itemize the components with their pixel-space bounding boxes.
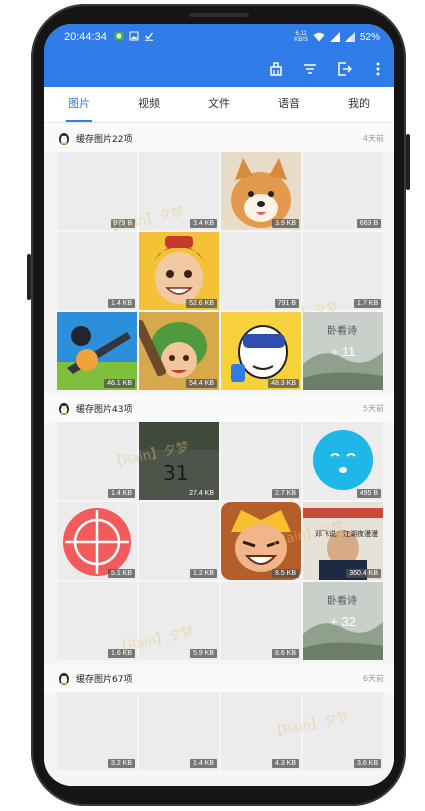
screen: 20:44:34 6.11 KB/S 52% 图片 视频 文件 语音 我的 缓存… xyxy=(44,24,394,786)
more-count: + 11 xyxy=(330,343,356,359)
net-speed: 6.11 KB/S xyxy=(294,31,308,43)
image-thumbnail[interactable]: 卧看诗 + 32 xyxy=(303,582,383,660)
shield-icon xyxy=(114,31,124,41)
image-thumbnail[interactable]: 3.2 KB xyxy=(57,692,137,770)
image-thumbnail[interactable]: 3.9 KB xyxy=(221,152,301,230)
file-size-badge: 27.4 KB xyxy=(186,489,217,498)
image-thumbnail[interactable]: 495 B xyxy=(303,422,383,500)
image-grid: 3.2 KB 1.4 KB 4.3 KB 3.6 KB xyxy=(44,692,394,770)
image-thumbnail[interactable]: 31 27.4 KB xyxy=(139,422,219,500)
file-size-badge: 54.4 KB xyxy=(186,379,217,388)
file-size-badge: 1.4 KB xyxy=(189,759,217,768)
image-thumbnail[interactable]: 52.6 KB xyxy=(139,232,219,310)
file-size-badge: 3.6 KB xyxy=(353,759,381,768)
image-thumbnail[interactable]: 1.7 KB xyxy=(303,232,383,310)
file-size-badge: 1.6 KB xyxy=(107,649,135,658)
file-size-badge: 8.6 KB xyxy=(271,649,299,658)
tab-voice[interactable]: 语音 xyxy=(254,87,324,122)
image-grid: 1.4 KB 31 27.4 KB 2.7 KB 495 B 5.1 KB 1.2 KB 8.… xyxy=(44,422,394,660)
app-bar: 20:44:34 6.11 KB/S 52% xyxy=(44,24,394,87)
section-title: 缓存图片22项 xyxy=(76,134,133,145)
image-icon xyxy=(129,31,139,41)
section-title: 缓存图片67项 xyxy=(76,674,133,685)
file-size-badge: 663 B xyxy=(356,219,381,228)
section-title: 缓存图片43项 xyxy=(76,404,133,415)
file-size-badge: 52.6 KB xyxy=(186,299,217,308)
file-size-badge: 791 B xyxy=(274,299,299,308)
file-size-badge: 3.9 KB xyxy=(271,219,299,228)
image-thumbnail[interactable]: 2.7 KB xyxy=(221,422,301,500)
section-age: 5天前 xyxy=(362,403,384,413)
image-thumbnail[interactable]: 46.1 KB xyxy=(57,312,137,390)
file-size-badge: 4.3 KB xyxy=(271,759,299,768)
image-thumbnail[interactable]: 3.4 KB xyxy=(139,152,219,230)
image-thumbnail[interactable]: 1.2 KB xyxy=(139,502,219,580)
image-thumbnail[interactable]: 54.4 KB xyxy=(139,312,219,390)
category-tabs: 图片 视频 文件 语音 我的 xyxy=(44,87,394,123)
image-thumbnail[interactable]: 48.3 KB xyxy=(221,312,301,390)
cache-list: 缓存图片22项 4天前 879 B 3.4 KB 3.9 KB 663 B 1.4 KB 52… xyxy=(44,124,394,786)
signal-icon xyxy=(329,32,340,42)
image-thumbnail[interactable]: 邓飞说：江湖夜漫漫 360.4 KB xyxy=(303,502,383,580)
file-size-badge: 360.4 KB xyxy=(346,569,381,578)
thumb-caption: 邓飞说：江湖夜漫漫 xyxy=(315,529,378,538)
file-size-badge: 1.2 KB xyxy=(189,569,217,578)
image-thumbnail[interactable]: 791 B xyxy=(221,232,301,310)
download-check-icon xyxy=(145,32,154,41)
wifi-icon xyxy=(313,32,325,42)
image-thumbnail[interactable]: 1.6 KB xyxy=(57,582,137,660)
tab-mine[interactable]: 我的 xyxy=(324,87,394,122)
export-icon[interactable] xyxy=(336,61,352,77)
tab-images[interactable]: 图片 xyxy=(44,87,114,122)
status-bar: 20:44:34 6.11 KB/S 52% xyxy=(44,28,394,48)
tab-files[interactable]: 文件 xyxy=(184,87,254,122)
file-size-badge: 5.1 KB xyxy=(107,569,135,578)
image-grid: 879 B 3.4 KB 3.9 KB 663 B 1.4 KB 52.6 KB 791 B… xyxy=(44,152,394,390)
file-size-badge: 1.4 KB xyxy=(107,299,135,308)
section-header[interactable]: 缓存图片43项 5天前 xyxy=(44,394,394,422)
image-thumbnail[interactable]: 4.3 KB xyxy=(221,692,301,770)
image-thumbnail[interactable]: 1.4 KB xyxy=(139,692,219,770)
filter-icon[interactable] xyxy=(302,61,318,77)
file-size-badge: 8.5 KB xyxy=(271,569,299,578)
image-thumbnail[interactable]: 5.9 KB xyxy=(139,582,219,660)
status-time: 20:44:34 xyxy=(64,31,107,43)
image-thumbnail[interactable]: 663 B xyxy=(303,152,383,230)
more-count: + 32 xyxy=(330,613,356,629)
file-size-badge: 2.7 KB xyxy=(271,489,299,498)
file-size-badge: 879 B xyxy=(110,219,135,228)
clean-icon[interactable] xyxy=(268,61,284,77)
image-thumbnail[interactable]: 1.4 KB xyxy=(57,422,137,500)
file-size-badge: 46.1 KB xyxy=(104,379,135,388)
section-age: 6天前 xyxy=(362,673,384,683)
phone-frame: 20:44:34 6.11 KB/S 52% 图片 视频 文件 语音 我的 缓存… xyxy=(27,4,410,806)
tab-videos[interactable]: 视频 xyxy=(114,87,184,122)
qq-penguin-icon xyxy=(59,402,69,415)
file-size-badge: 1.4 KB xyxy=(107,489,135,498)
image-thumbnail[interactable]: 879 B xyxy=(57,152,137,230)
image-thumbnail[interactable]: 1.4 KB xyxy=(57,232,137,310)
toolbar xyxy=(268,61,386,77)
file-size-badge: 3.4 KB xyxy=(189,219,217,228)
image-thumbnail[interactable]: 5.1 KB xyxy=(57,502,137,580)
image-thumbnail[interactable]: 3.6 KB xyxy=(303,692,383,770)
signal-icon-2 xyxy=(344,32,355,42)
qq-penguin-icon xyxy=(59,132,69,145)
more-vert-icon[interactable] xyxy=(370,61,386,77)
battery-level: 52% xyxy=(359,31,380,43)
image-thumbnail[interactable]: 8.5 KB xyxy=(221,502,301,580)
section-age: 4天前 xyxy=(362,133,384,143)
thumb-number: 31 xyxy=(163,461,188,485)
qq-penguin-icon xyxy=(59,672,69,685)
section-header[interactable]: 缓存图片67项 6天前 xyxy=(44,664,394,692)
speaker xyxy=(188,13,249,17)
section-header[interactable]: 缓存图片22项 4天前 xyxy=(44,124,394,152)
file-size-badge: 3.2 KB xyxy=(107,759,135,768)
file-size-badge: 5.9 KB xyxy=(189,649,217,658)
file-size-badge: 495 B xyxy=(356,489,381,498)
file-size-badge: 1.7 KB xyxy=(353,299,381,308)
image-thumbnail[interactable]: 卧看诗 + 11 xyxy=(303,312,383,390)
file-size-badge: 48.3 KB xyxy=(268,379,299,388)
image-thumbnail[interactable]: 8.6 KB xyxy=(221,582,301,660)
